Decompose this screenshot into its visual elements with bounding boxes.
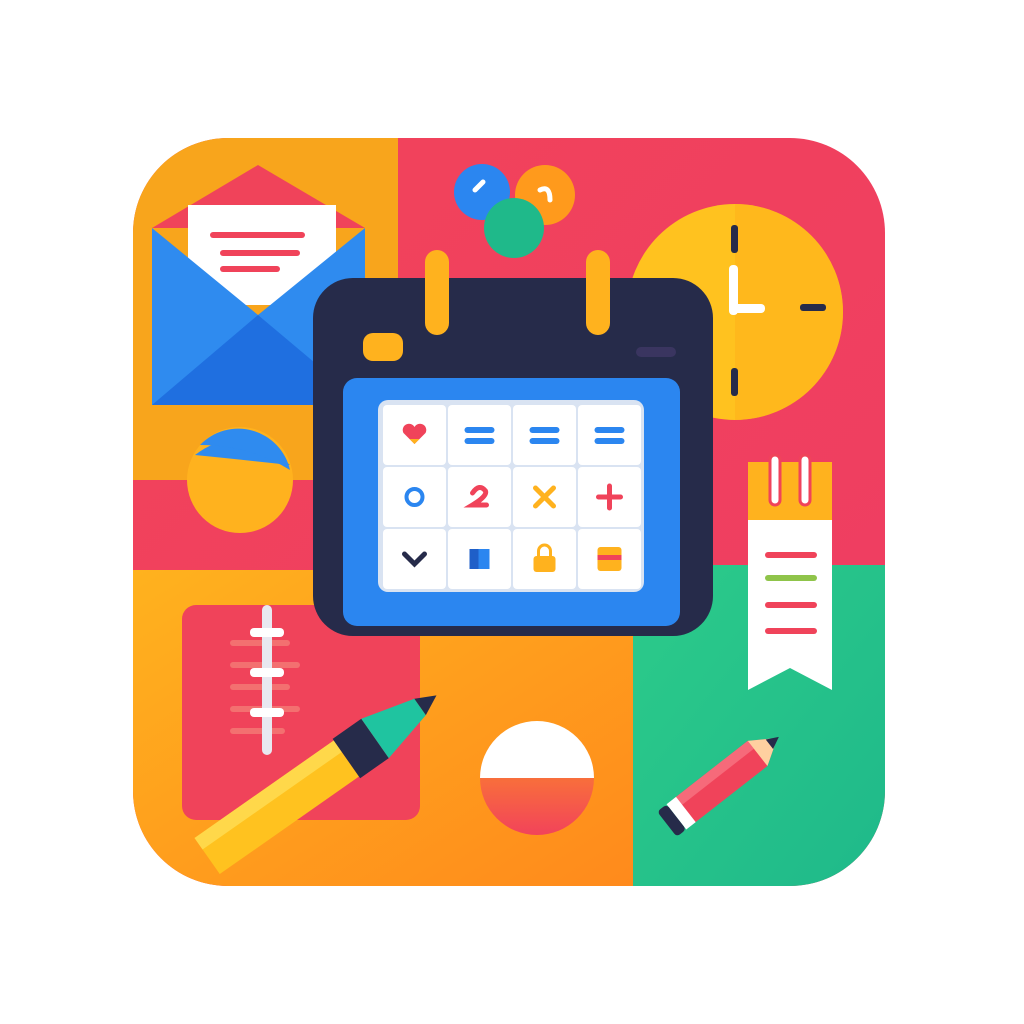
calendar-cell xyxy=(578,529,641,589)
app-icon-canvas xyxy=(0,0,1024,1024)
half-circle-icon xyxy=(480,721,594,835)
calendar-cell xyxy=(513,405,576,465)
square-icon xyxy=(469,549,490,569)
calendar-cell xyxy=(383,529,446,589)
calendar-cell xyxy=(578,467,641,527)
calendar-cell xyxy=(448,529,511,589)
bookmark-icon xyxy=(748,453,832,690)
calendar-cell xyxy=(513,467,576,527)
lines-icon xyxy=(597,547,622,571)
calendar-cell xyxy=(513,529,576,589)
calendar-cell xyxy=(578,405,641,465)
calendar-cell xyxy=(383,405,446,465)
calendar-cell xyxy=(448,405,511,465)
calendar-cell xyxy=(448,467,511,527)
calendar-icon xyxy=(313,250,713,636)
calendar-cell xyxy=(383,467,446,527)
ball-icon xyxy=(187,427,293,533)
app-icon xyxy=(133,138,885,886)
